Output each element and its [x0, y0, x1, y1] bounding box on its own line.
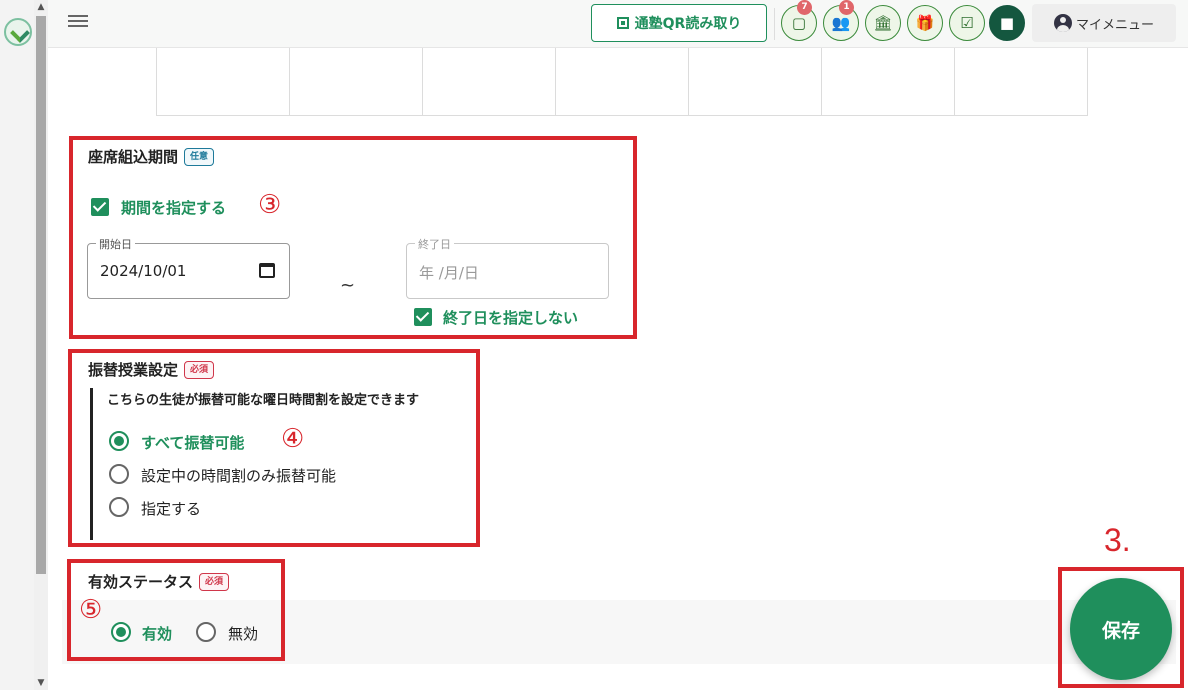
- left-rail: [0, 0, 34, 690]
- school-button[interactable]: 🏛: [865, 5, 901, 41]
- page: ▲ ▼ 通塾QR読み取り ▢ 7 👥 1 🏛 🎁 ☑ ■ マイメニュー 座席組込…: [0, 0, 1188, 690]
- checklist-button[interactable]: ☑: [949, 5, 985, 41]
- timetable-cell[interactable]: [290, 48, 423, 115]
- timetable-grid-row: [156, 48, 1088, 116]
- message-button[interactable]: ■: [989, 5, 1025, 41]
- checklist-icon: ☑: [960, 14, 974, 32]
- chat-bubble-button[interactable]: ▢ 7: [781, 0, 817, 41]
- annotation-box-save: [1058, 567, 1184, 688]
- account-circle-icon: [1053, 14, 1072, 32]
- group-badge: 1: [839, 0, 854, 15]
- qr-scan-button-label: 通塾QR読み取り: [634, 16, 742, 32]
- qr-code-icon: [616, 17, 629, 29]
- gift-icon: 🎁: [915, 14, 935, 32]
- my-menu-label: マイメニュー: [1075, 17, 1154, 33]
- timetable-cell[interactable]: [822, 48, 955, 115]
- timetable-cell[interactable]: [423, 48, 556, 115]
- scroll-down-arrow-icon[interactable]: ▼: [34, 676, 48, 690]
- qr-scan-button[interactable]: 通塾QR読み取り: [591, 4, 767, 42]
- annotation-box-substitute: [68, 349, 480, 547]
- annotation-box-status: [67, 559, 285, 661]
- chat-bubble-badge: 7: [797, 0, 812, 15]
- top-header: 通塾QR読み取り ▢ 7 👥 1 🏛 🎁 ☑ ■ マイメニュー: [48, 0, 1188, 48]
- hamburger-menu-icon[interactable]: [68, 12, 88, 32]
- school-icon: 🏛: [873, 14, 893, 32]
- header-divider: [774, 8, 775, 40]
- chat-bubble-icon: ▢: [791, 14, 807, 32]
- timetable-cell[interactable]: [955, 48, 1088, 115]
- message-icon: ■: [999, 14, 1015, 32]
- timetable-cell[interactable]: [689, 48, 822, 115]
- group-button[interactable]: 👥 1: [823, 0, 859, 41]
- timetable-cell[interactable]: [157, 48, 290, 115]
- scroll-up-arrow-icon[interactable]: ▲: [34, 0, 48, 14]
- annotation-step-label: 3.: [1104, 522, 1131, 558]
- my-menu-button[interactable]: マイメニュー: [1032, 4, 1176, 42]
- timetable-cell[interactable]: [556, 48, 689, 115]
- annotation-box-seat-period: [69, 136, 637, 339]
- vertical-scrollbar[interactable]: ▲ ▼: [34, 0, 48, 690]
- app-logo-icon[interactable]: [4, 18, 32, 46]
- group-icon: 👥: [831, 14, 851, 32]
- scrollbar-thumb[interactable]: [36, 16, 46, 574]
- gift-button[interactable]: 🎁: [907, 5, 943, 41]
